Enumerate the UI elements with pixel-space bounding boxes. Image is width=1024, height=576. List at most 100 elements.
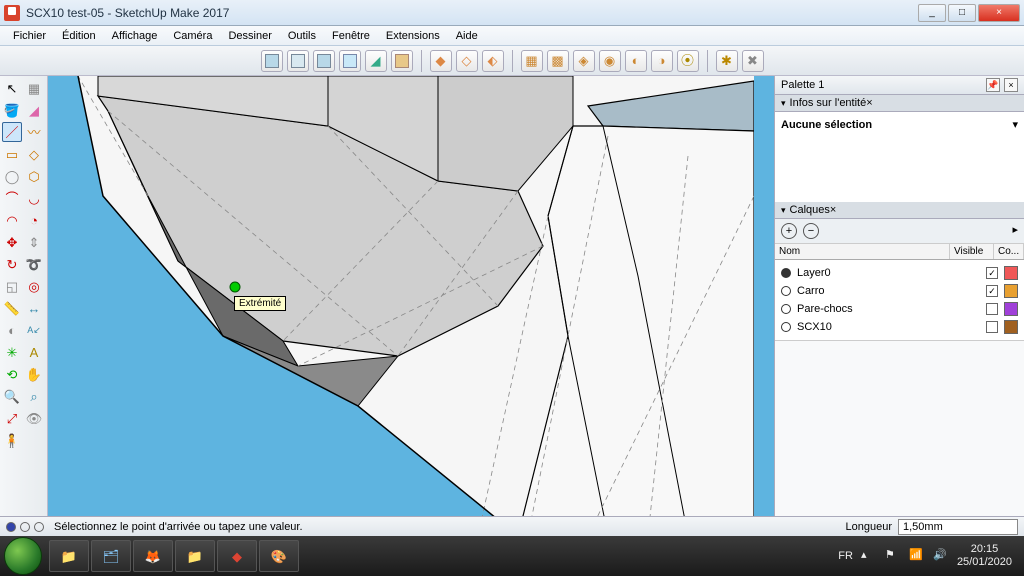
plugin-tool-2[interactable]: ✖ bbox=[742, 50, 764, 72]
layer-color-swatch[interactable] bbox=[1004, 320, 1018, 334]
layer-row[interactable]: Layer0✓ bbox=[781, 264, 1018, 282]
start-button[interactable] bbox=[4, 537, 42, 575]
layers-close-icon[interactable]: × bbox=[830, 204, 836, 216]
zoom-window-tool[interactable]: ⌕ bbox=[24, 386, 44, 406]
layers-menu-button[interactable]: ▸ bbox=[1012, 223, 1018, 239]
col-visible[interactable]: Visible bbox=[950, 244, 994, 259]
layer-row[interactable]: SCX10 bbox=[781, 318, 1018, 336]
layer-visible-checkbox[interactable]: ✓ bbox=[986, 267, 998, 279]
layer-color-swatch[interactable] bbox=[1004, 302, 1018, 316]
make-component-tool[interactable]: ▦ bbox=[24, 78, 44, 98]
entity-close-icon[interactable]: × bbox=[866, 97, 872, 109]
layer-row[interactable]: Carro✓ bbox=[781, 282, 1018, 300]
tray-lang[interactable]: FR bbox=[838, 550, 853, 562]
taskbar-sketchup[interactable]: ◆ bbox=[217, 540, 257, 572]
axes-tool[interactable]: ✳ bbox=[2, 342, 22, 362]
orbit-tool[interactable]: ⟲ bbox=[2, 364, 22, 384]
solid-tool-2[interactable]: ◇ bbox=[456, 50, 478, 72]
style-button-2[interactable] bbox=[287, 50, 309, 72]
menu-fichier[interactable]: Fichier bbox=[6, 28, 53, 44]
layer-visible-checkbox[interactable] bbox=[986, 303, 998, 315]
tray-overflow-icon[interactable]: ▴ bbox=[861, 548, 877, 564]
sandbox-tool-4[interactable]: ◉ bbox=[599, 50, 621, 72]
signin-indicator-icon[interactable] bbox=[34, 522, 44, 532]
scale-tool[interactable]: ◱ bbox=[2, 276, 22, 296]
eraser-tool[interactable]: ◢ bbox=[24, 100, 44, 120]
add-layer-button[interactable]: + bbox=[781, 223, 797, 239]
hide-tool[interactable]: 👁 bbox=[24, 408, 44, 428]
menu-aide[interactable]: Aide bbox=[449, 28, 485, 44]
style-button-1[interactable] bbox=[261, 50, 283, 72]
layer-active-radio[interactable] bbox=[781, 304, 791, 314]
select-tool[interactable]: ↖ bbox=[2, 78, 22, 98]
style-button-3[interactable] bbox=[313, 50, 335, 72]
solid-tool-1[interactable]: ◆ bbox=[430, 50, 452, 72]
tray-network-icon[interactable]: 📶 bbox=[909, 548, 925, 564]
rectangle-tool[interactable]: ▭ bbox=[2, 144, 22, 164]
menu-edition[interactable]: Édition bbox=[55, 28, 103, 44]
col-name[interactable]: Nom bbox=[775, 244, 950, 259]
dimension-tool[interactable]: ↔ bbox=[24, 298, 44, 318]
sandbox-tool-6[interactable]: ◑ bbox=[651, 50, 673, 72]
zoom-tool[interactable]: 🔍 bbox=[2, 386, 22, 406]
person-tool[interactable]: 🧍 bbox=[2, 430, 22, 450]
3dtext-tool[interactable]: A bbox=[24, 342, 44, 362]
offset-tool[interactable]: ◎ bbox=[24, 276, 44, 296]
window-close-button[interactable]: × bbox=[978, 4, 1020, 22]
rotate-tool[interactable]: ↻ bbox=[2, 254, 22, 274]
palette-pin-icon[interactable]: 📌 bbox=[986, 78, 1000, 92]
plugin-tool-1[interactable]: ✱ bbox=[716, 50, 738, 72]
layers-header[interactable]: ▾ Calques × bbox=[775, 202, 1024, 219]
circle-tool[interactable]: ◯ bbox=[2, 166, 22, 186]
move-tool[interactable]: ✥ bbox=[2, 232, 22, 252]
layer-visible-checkbox[interactable] bbox=[986, 321, 998, 333]
taskbar-firefox[interactable]: 🦊 bbox=[133, 540, 173, 572]
taskbar-folder[interactable]: 📁 bbox=[175, 540, 215, 572]
layer-active-radio[interactable] bbox=[781, 322, 791, 332]
protractor-tool[interactable]: ◐ bbox=[2, 320, 22, 340]
remove-layer-button[interactable]: − bbox=[803, 223, 819, 239]
polygon-tool[interactable]: ⬡ bbox=[24, 166, 44, 186]
sandbox-tool-2[interactable]: ▩ bbox=[547, 50, 569, 72]
menu-fenetre[interactable]: Fenêtre bbox=[325, 28, 377, 44]
tape-tool[interactable]: 📏 bbox=[2, 298, 22, 318]
layer-active-radio[interactable] bbox=[781, 286, 791, 296]
layer-row[interactable]: Pare-chocs bbox=[781, 300, 1018, 318]
sandbox-tool-5[interactable]: ◐ bbox=[625, 50, 647, 72]
measurement-input[interactable]: 1,50mm bbox=[898, 519, 1018, 535]
sandbox-tool-3[interactable]: ◈ bbox=[573, 50, 595, 72]
style-button-6[interactable] bbox=[391, 50, 413, 72]
layer-active-radio[interactable] bbox=[781, 268, 791, 278]
taskbar-libraries[interactable]: 🗂 bbox=[91, 540, 131, 572]
layer-visible-checkbox[interactable]: ✓ bbox=[986, 285, 998, 297]
zoom-extents-tool[interactable]: ⤢ bbox=[2, 408, 22, 428]
window-maximize-button[interactable]: □ bbox=[948, 4, 976, 22]
credits-indicator-icon[interactable] bbox=[20, 522, 30, 532]
entity-menu-icon[interactable]: ▾ bbox=[1012, 118, 1018, 131]
menu-affichage[interactable]: Affichage bbox=[105, 28, 165, 44]
pan-tool[interactable]: ✋ bbox=[24, 364, 44, 384]
pie-tool[interactable]: ◔ bbox=[24, 210, 44, 230]
menu-dessiner[interactable]: Dessiner bbox=[221, 28, 278, 44]
3pt-arc-tool[interactable]: ◠ bbox=[2, 210, 22, 230]
text-tool[interactable]: A↙ bbox=[24, 320, 44, 340]
rotated-rect-tool[interactable]: ◇ bbox=[24, 144, 44, 164]
geolocation-indicator-icon[interactable] bbox=[6, 522, 16, 532]
pushpull-tool[interactable]: ⇕ bbox=[24, 232, 44, 252]
paint-bucket-tool[interactable]: 🪣 bbox=[2, 100, 22, 120]
tray-clock[interactable]: 20:15 25/01/2020 bbox=[957, 543, 1012, 569]
menu-outils[interactable]: Outils bbox=[281, 28, 323, 44]
entity-info-header[interactable]: ▾ Infos sur l'entité × bbox=[775, 95, 1024, 112]
menu-extensions[interactable]: Extensions bbox=[379, 28, 447, 44]
window-minimize-button[interactable]: _ bbox=[918, 4, 946, 22]
2pt-arc-tool[interactable]: ◡ bbox=[24, 188, 44, 208]
style-button-4[interactable] bbox=[339, 50, 361, 72]
taskbar-paint[interactable]: 🎨 bbox=[259, 540, 299, 572]
line-tool[interactable]: ／ bbox=[2, 122, 22, 142]
tray-volume-icon[interactable]: 🔊 bbox=[933, 548, 949, 564]
layer-color-swatch[interactable] bbox=[1004, 266, 1018, 280]
palette-header[interactable]: Palette 1 📌 × bbox=[775, 76, 1024, 95]
col-color[interactable]: Co... bbox=[994, 244, 1024, 259]
layer-color-swatch[interactable] bbox=[1004, 284, 1018, 298]
followme-tool[interactable]: ➰ bbox=[24, 254, 44, 274]
